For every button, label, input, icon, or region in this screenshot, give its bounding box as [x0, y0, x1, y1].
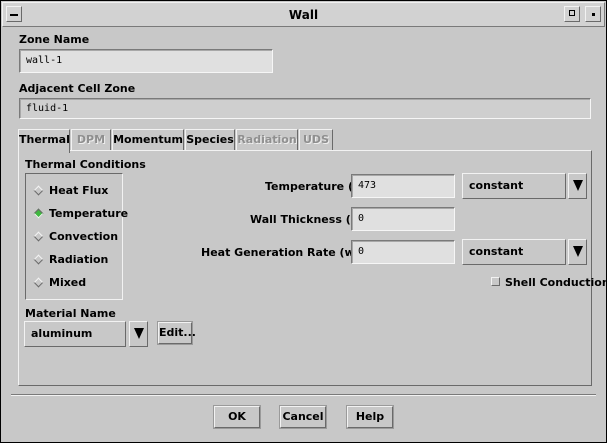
cancel-button[interactable]: Cancel: [280, 406, 326, 428]
radio-diamond-icon: [33, 185, 44, 196]
temperature-method-select[interactable]: constant: [462, 173, 566, 199]
material-name-label: Material Name: [25, 307, 116, 320]
tab-thermal[interactable]: Thermal: [18, 129, 70, 153]
help-button[interactable]: Help: [347, 406, 393, 428]
heat-generation-input[interactable]: 0: [351, 240, 455, 264]
adjacent-cell-zone-label: Adjacent Cell Zone: [19, 82, 136, 95]
thermal-conditions-group: Heat Flux Temperature Convection Radiati…: [25, 173, 128, 300]
restore-icon: [569, 10, 575, 16]
radio-label: Temperature: [49, 207, 129, 220]
zone-name-label: Zone Name: [19, 33, 90, 46]
wall-dialog: Wall Zone Name wall-1 Adjacent Cell Zone…: [0, 0, 607, 443]
radio-label: Radiation: [49, 253, 109, 266]
adjacent-cell-zone-value: fluid-1: [19, 98, 591, 119]
radio-diamond-icon: [33, 254, 44, 265]
triangle-down-icon: [573, 180, 583, 191]
material-dropdown-button[interactable]: [129, 321, 148, 347]
shell-conduction-label: Shell Conduction: [505, 276, 607, 289]
material-select[interactable]: aluminum: [24, 321, 126, 347]
material-edit-button[interactable]: Edit...: [158, 322, 196, 344]
minimize-icon: [591, 13, 595, 16]
title-bar[interactable]: Wall: [2, 2, 605, 27]
radio-label: Convection: [49, 230, 119, 243]
wall-thickness-label: Wall Thickness (m): [250, 213, 368, 226]
zone-name-input[interactable]: wall-1: [19, 49, 273, 73]
radio-label: Heat Flux: [49, 184, 109, 197]
radio-diamond-icon: [33, 277, 44, 288]
temperature-method-dropdown-button[interactable]: [568, 173, 587, 199]
temperature-input[interactable]: 473: [351, 174, 455, 198]
triangle-down-icon: [573, 246, 583, 257]
radio-diamond-icon: [33, 231, 44, 242]
tab-species[interactable]: Species: [185, 129, 235, 151]
heat-generation-method-dropdown-button[interactable]: [568, 239, 587, 265]
radio-label: Mixed: [49, 276, 87, 289]
minimize-button[interactable]: [585, 6, 601, 22]
triangle-down-icon: [134, 328, 144, 339]
tab-radiation[interactable]: Radiation: [236, 129, 298, 151]
shell-conduction-checkbox[interactable]: [491, 277, 500, 286]
footer-divider: [11, 394, 596, 396]
heat-generation-method-select[interactable]: constant: [462, 239, 566, 265]
restore-button[interactable]: [564, 6, 580, 22]
ok-button[interactable]: OK: [214, 406, 260, 428]
tab-momentum[interactable]: Momentum: [112, 129, 184, 151]
wall-thickness-input[interactable]: 0: [351, 207, 455, 231]
tab-dpm[interactable]: DPM: [71, 129, 111, 151]
tab-uds[interactable]: UDS: [299, 129, 333, 151]
window-title: Wall: [288, 8, 319, 22]
thermal-conditions-label: Thermal Conditions: [25, 158, 146, 171]
radio-diamond-selected-icon: [33, 208, 44, 219]
